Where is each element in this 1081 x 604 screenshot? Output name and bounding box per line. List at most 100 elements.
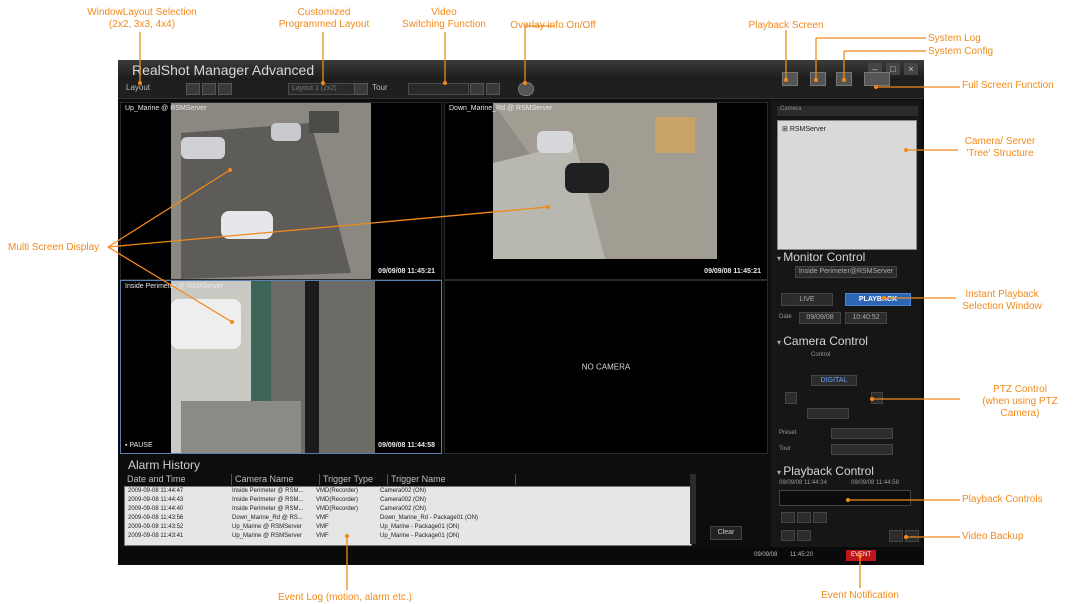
callout-window-layout: WindowLayout Selection (2x2, 3x3, 4x4) [87, 7, 197, 30]
overlay-info-icon[interactable] [518, 82, 534, 96]
callout-video-switch: Video Switching Function [402, 7, 486, 30]
callout-system-config: System Config [928, 46, 994, 57]
table-row[interactable]: 2009-09-08 11:44:43 Inside Perimeter @ RS… [125, 496, 691, 505]
tour-select[interactable] [831, 444, 893, 455]
alarm-history-header: Date and Time Camera Name Trigger Type T… [124, 474, 696, 485]
pane-timestamp: 09/09/08 11:45:21 [378, 268, 435, 275]
app-title: RealShot Manager Advanced [132, 62, 315, 78]
tour-label: Tour [372, 83, 388, 92]
video-backup-icon[interactable] [905, 530, 919, 542]
preset-label: Preset [779, 430, 797, 436]
no-camera-text: NO CAMERA [581, 362, 631, 372]
monitor-control-title: Monitor Control [777, 250, 865, 264]
time-field[interactable]: 10:40:52 [845, 312, 887, 324]
digital-ptz-button[interactable]: DIGITAL [811, 375, 857, 386]
pane-timestamp: 09/09/08 11:44:58 [378, 442, 435, 449]
table-row[interactable]: 2009-09-08 11:43:41 Up_Marine @ RSMServer… [125, 532, 691, 541]
video-pane-3[interactable]: Inside Perimeter @ RSMServer ▪ PAUSE 09/… [120, 280, 442, 454]
ptz-speed-select[interactable] [807, 408, 849, 419]
camera-tree-header: Camera [777, 106, 918, 116]
table-row[interactable]: 2009-09-08 11:43:56 Down_Marine_Rd @ RS..… [125, 514, 691, 523]
date-label: Date [779, 314, 792, 320]
layout-4x4-button[interactable] [218, 83, 232, 95]
tour-label: Tour [779, 446, 791, 452]
programmed-layout-select[interactable]: Layout 1 (2x2) [288, 83, 355, 95]
camera-control-title: Camera Control [777, 334, 868, 348]
column-header[interactable]: Camera Name [232, 474, 320, 485]
video-switch-button[interactable] [470, 83, 484, 95]
column-header[interactable]: Trigger Type [320, 474, 388, 485]
pane-timestamp: 09/09/08 11:45:21 [704, 268, 761, 275]
close-button[interactable]: × [904, 63, 918, 75]
callout-system-log: System Log [928, 33, 981, 44]
status-time: 11:45:20 [790, 552, 813, 558]
callout-full-screen: Full Screen Function [962, 80, 1054, 91]
app-window: RealShot Manager Advanced – □ × Layout L… [118, 60, 924, 565]
ptz-left-button[interactable] [785, 392, 797, 404]
alarm-history-title: Alarm History [128, 458, 201, 472]
playback-screen-icon[interactable] [782, 72, 798, 86]
live-button[interactable]: LIVE [781, 293, 833, 306]
event-notification-button[interactable]: EVENT [846, 550, 876, 561]
video-pane-2[interactable]: Down_Marine_Rd @ RSMServer 09/09/08 11:4… [444, 102, 768, 280]
snapshot-icon[interactable] [889, 530, 903, 542]
playback-control-title: Playback Control [777, 464, 874, 478]
camera-view-down-marine [493, 103, 717, 259]
rewind-button[interactable] [781, 512, 795, 523]
next-event-button[interactable] [797, 530, 811, 541]
playback-button[interactable]: PLAYBACK [845, 293, 911, 306]
camera-tree[interactable]: ⊞ RSMServer [777, 120, 917, 250]
pause-button[interactable] [813, 512, 827, 523]
full-screen-icon[interactable] [864, 72, 890, 86]
table-row[interactable]: 2009-09-08 11:43:52 Up_Marine @ RSMServer… [125, 523, 691, 532]
date-field[interactable]: 09/09/08 [799, 312, 841, 324]
column-header[interactable]: Trigger Name [388, 474, 516, 485]
system-config-icon[interactable] [836, 72, 852, 86]
status-date: 09/09/08 [754, 552, 778, 558]
preset-select[interactable] [831, 428, 893, 439]
callout-multi-screen: Multi Screen Display [8, 242, 100, 253]
programmed-layout-apply-button[interactable] [354, 83, 368, 95]
playback-start-time: 09/09/08 11:44:34 [779, 480, 827, 486]
layout-3x3-button[interactable] [202, 83, 216, 95]
alarm-scrollbar[interactable] [690, 474, 696, 544]
tree-node-server[interactable]: ⊞ RSMServer [782, 125, 826, 133]
system-log-icon[interactable] [810, 72, 826, 86]
monitor-camera-select[interactable]: Inside Perimeter@RSMServer [795, 266, 897, 278]
clear-button[interactable]: Clear [710, 526, 742, 540]
video-pane-1[interactable]: Up_Marine @ RSMServer 09/09/08 11:45:21 [120, 102, 442, 280]
callout-ptz-control: PTZ Control (when using PTZ Camera) [982, 384, 1058, 419]
callout-overlay: Overlay info On/Off [510, 20, 596, 31]
pane-label: Down_Marine_Rd @ RSMServer [449, 105, 553, 112]
video-pane-4[interactable]: NO CAMERA [444, 280, 768, 454]
callout-camera-tree: Camera/ Server 'Tree' Structure [964, 136, 1036, 159]
ptz-right-button[interactable] [871, 392, 883, 404]
video-switch-stop-button[interactable] [486, 83, 500, 95]
prev-event-button[interactable] [781, 530, 795, 541]
layout-2x2-button[interactable] [186, 83, 200, 95]
camera-view-up-marine [171, 103, 371, 279]
playback-end-time: 09/09/08 11:44:58 [851, 480, 899, 486]
camera-view-inside-perimeter [171, 281, 375, 453]
table-row[interactable]: 2009-09-08 11:44:47 Inside Perimeter @ RS… [125, 487, 691, 496]
callout-playback-controls: Playback Controls [962, 494, 1043, 505]
right-panel: Camera ⊞ RSMServer Monitor Control Insid… [771, 100, 921, 562]
callout-custom-layout: Customized Programmed Layout [278, 7, 370, 30]
playback-timeline[interactable] [779, 490, 911, 506]
layout-label: Layout [126, 83, 151, 92]
camera-control-tab[interactable]: Control [811, 352, 830, 358]
pane-label: Inside Perimeter @ RSMServer [125, 283, 224, 290]
callout-video-backup: Video Backup [962, 531, 1024, 542]
pause-indicator: ▪ PAUSE [125, 442, 153, 449]
step-back-button[interactable] [797, 512, 811, 523]
column-header[interactable]: Date and Time [124, 474, 232, 485]
table-row[interactable]: 2009-09-08 11:44:40 Inside Perimeter @ RS… [125, 505, 691, 514]
alarm-history-list: 2009-09-08 11:44:47 Inside Perimeter @ RS… [124, 486, 692, 546]
callout-instant-playback: Instant Playback Selection Window [962, 289, 1042, 312]
status-bar: 09/09/08 11:45:20 EVENT [118, 547, 924, 565]
tour-select[interactable] [408, 83, 469, 95]
toolbar: Layout Layout 1 (2x2) Tour [118, 72, 924, 99]
callout-playback-screen: Playback Screen [748, 20, 824, 31]
callout-event-notification: Event Notification [821, 590, 899, 601]
callout-event-log: Event Log (motion, alarm etc.) [278, 592, 412, 603]
